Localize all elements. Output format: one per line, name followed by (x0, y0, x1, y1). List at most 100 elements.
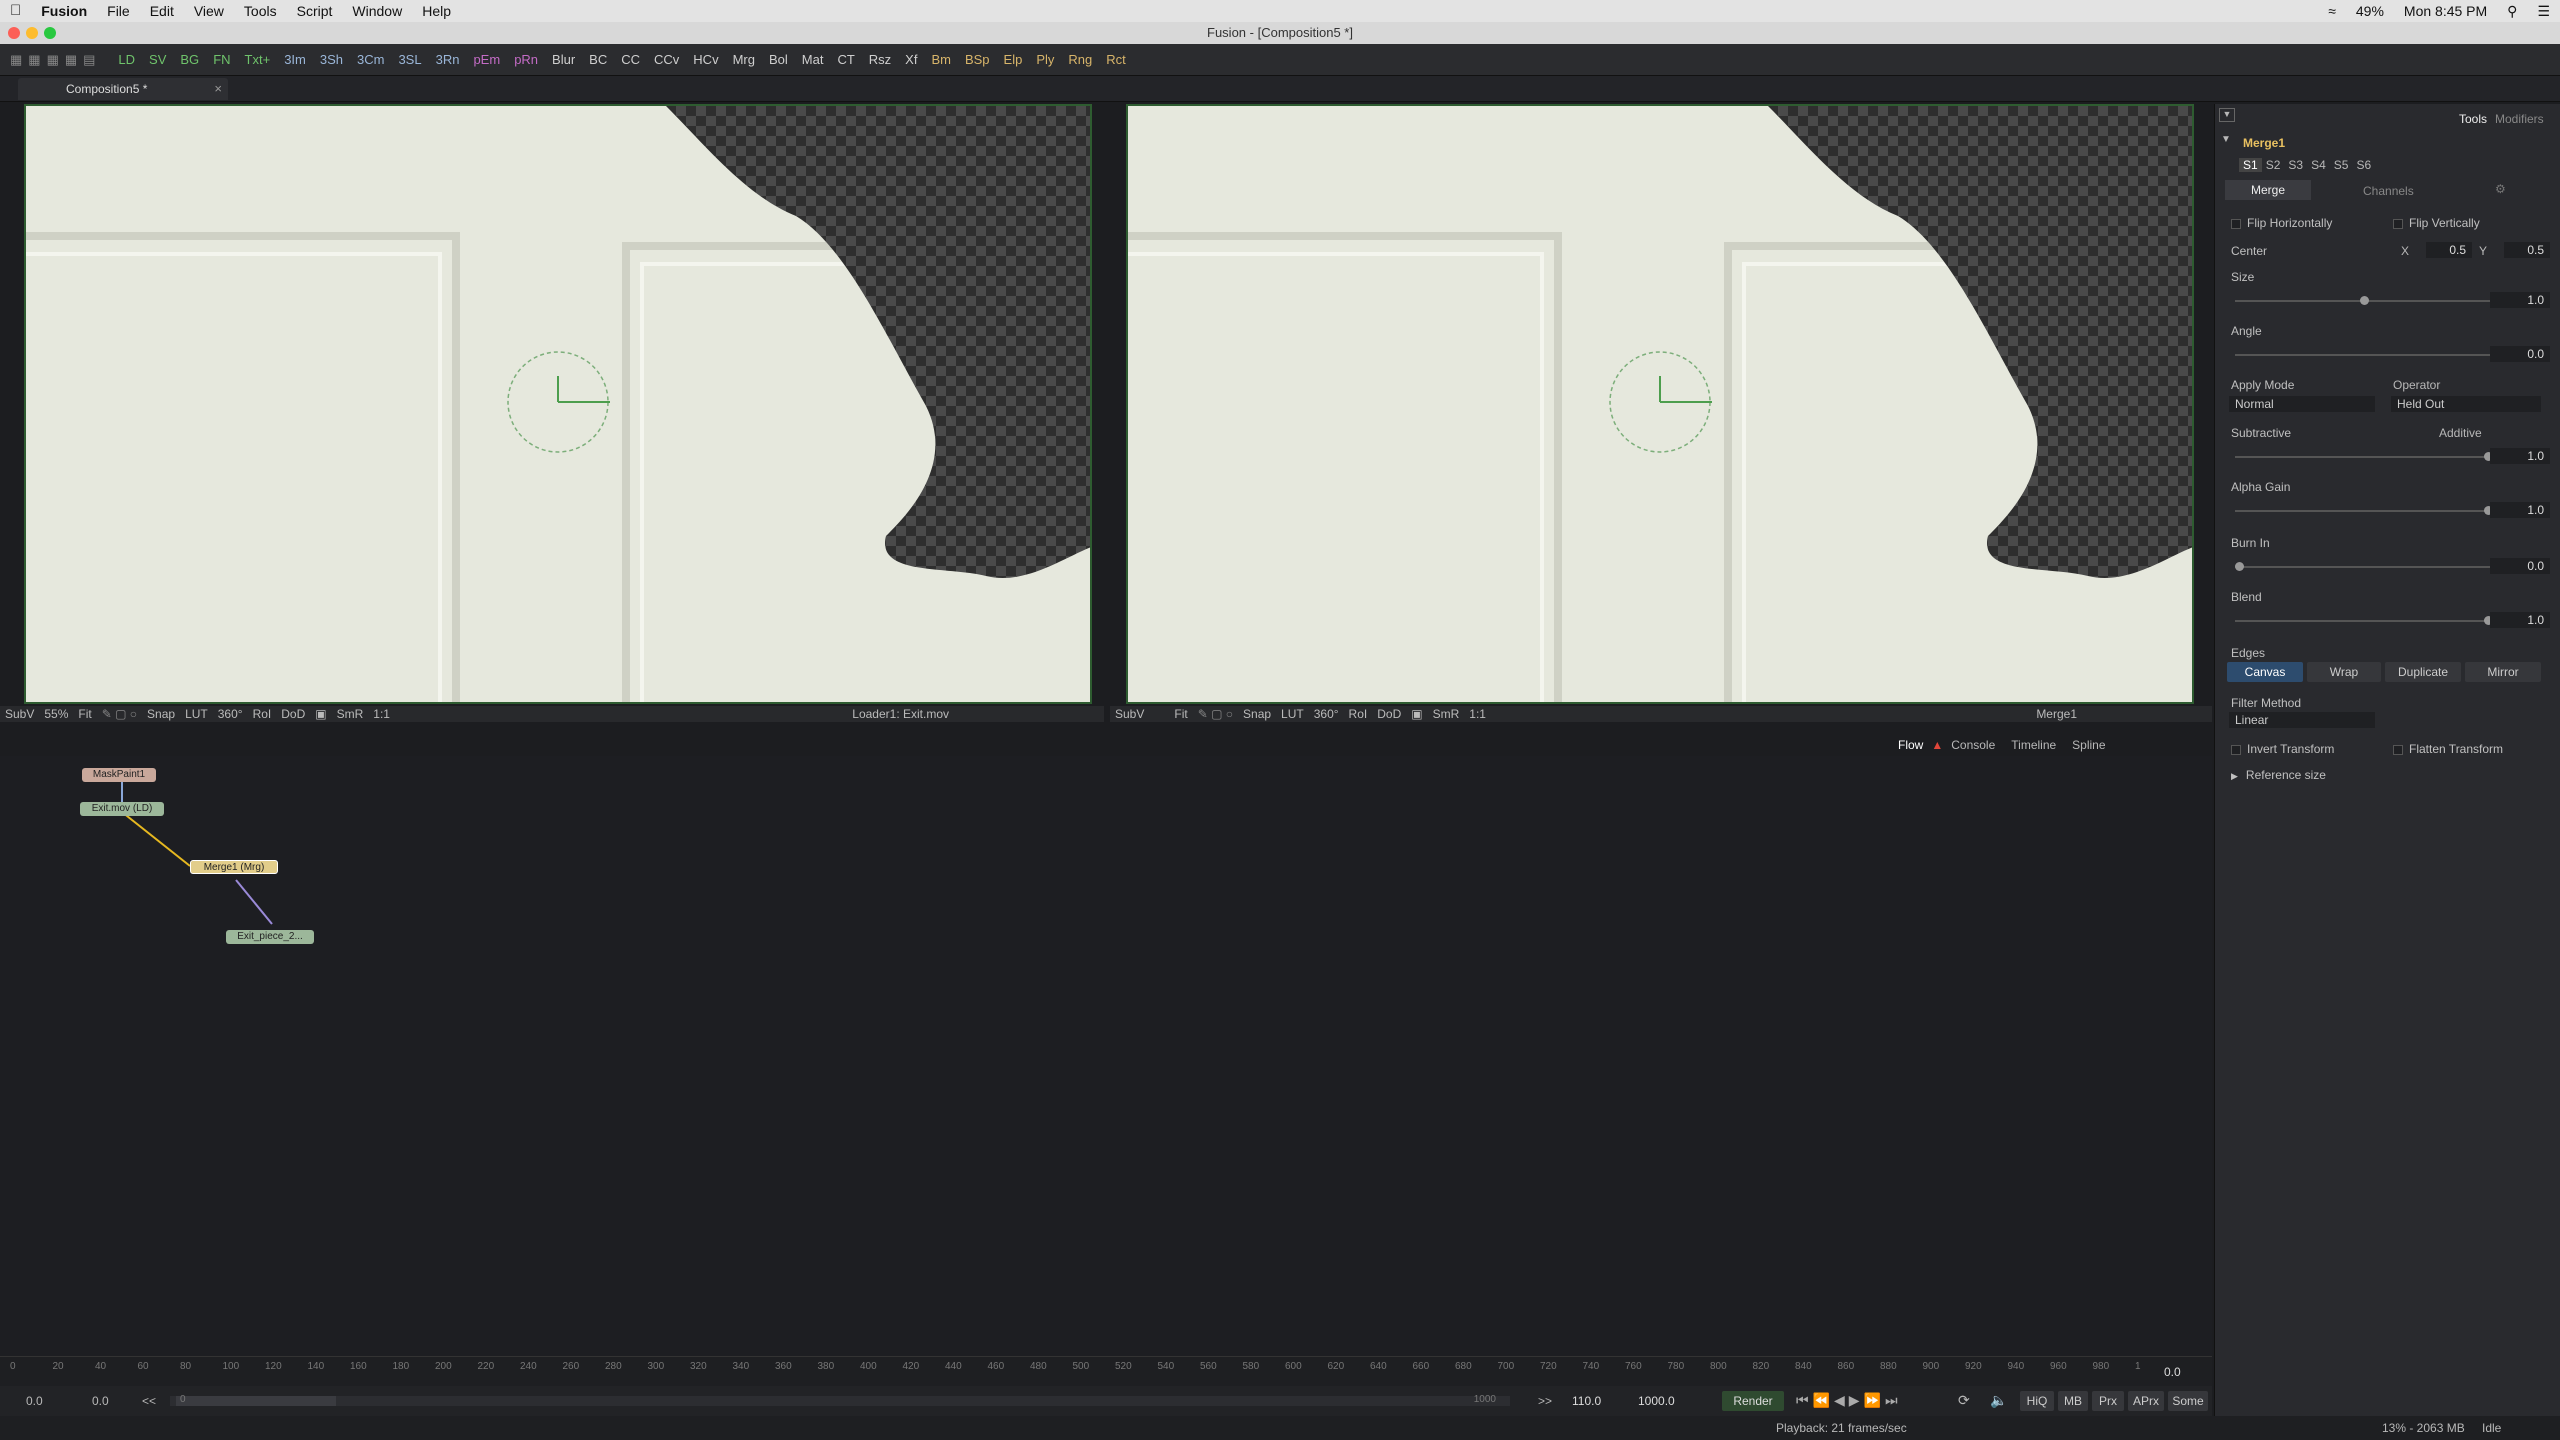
burn-in-slider[interactable] (2235, 562, 2493, 571)
tool-button-ct[interactable]: CT (830, 52, 861, 67)
tab-timeline[interactable]: Timeline (2003, 738, 2064, 752)
flatten-transform-checkbox[interactable]: Flatten Transform (2393, 742, 2503, 756)
layout-icons[interactable]: ▦▦▦▦▤ (0, 52, 111, 68)
range-slider[interactable]: 0 1000 (170, 1394, 1510, 1406)
angle-button[interactable]: 360° (1309, 707, 1344, 721)
angle-field[interactable]: 0.0 (2490, 346, 2550, 362)
ratio-button[interactable]: 1:1 (368, 707, 395, 721)
tool-button-rng[interactable]: Rng (1061, 52, 1099, 67)
edges-mirror-button[interactable]: Mirror (2465, 662, 2541, 682)
render-button[interactable]: Render (1722, 1391, 1784, 1411)
slot-s5[interactable]: S5 (2330, 158, 2353, 172)
lut-dropdown[interactable]: LUT (1276, 707, 1309, 721)
aprx-button[interactable]: APrx (2128, 1391, 2164, 1411)
range-slider-thumb[interactable] (176, 1396, 336, 1406)
burn-in-field[interactable]: 0.0 (2490, 558, 2550, 574)
subview-dropdown[interactable]: SubV (1110, 707, 1149, 721)
alpha-gain-slider[interactable] (2235, 506, 2493, 515)
flow-editor[interactable]: MaskPaint1 Exit.mov (LD) Merge1 (Mrg) Ex… (0, 756, 2212, 1356)
tool-button-fn[interactable]: FN (206, 52, 237, 67)
tool-button-pem[interactable]: pEm (466, 52, 507, 67)
edges-wrap-button[interactable]: Wrap (2307, 662, 2381, 682)
tool-button-3sh[interactable]: 3Sh (313, 52, 350, 67)
tool-button-sv[interactable]: SV (142, 52, 173, 67)
smr-button[interactable]: SmR (332, 707, 369, 721)
dod-button[interactable]: DoD (1372, 707, 1406, 721)
menu-view[interactable]: View (184, 0, 234, 22)
roi-button[interactable]: RoI (248, 707, 277, 721)
range-forward-button[interactable]: >> (1538, 1394, 1552, 1408)
fit-button[interactable]: Fit (1169, 707, 1192, 721)
slot-s4[interactable]: S4 (2307, 158, 2330, 172)
tool-button-bc[interactable]: BC (582, 52, 614, 67)
viewer-tool-icons[interactable]: ✎ ▢ ○ (1193, 707, 1238, 721)
operator-dropdown[interactable]: Held Out (2391, 396, 2541, 412)
tool-button-rsz[interactable]: Rsz (862, 52, 898, 67)
center-x-field[interactable]: 0.5 (2426, 242, 2472, 258)
subtractive-field[interactable]: 1.0 (2490, 448, 2550, 464)
node-saver[interactable]: Exit_piece_2... (226, 930, 314, 944)
global-start[interactable]: 0.0 (26, 1394, 43, 1408)
prx-button[interactable]: Prx (2092, 1391, 2124, 1411)
roi-button[interactable]: RoI (1344, 707, 1373, 721)
settings-icon[interactable]: ⚙ (2495, 182, 2506, 196)
slot-s2[interactable]: S2 (2262, 158, 2285, 172)
notification-icon[interactable]: ☰ (2527, 0, 2560, 22)
tool-button-3cm[interactable]: 3Cm (350, 52, 391, 67)
menu-script[interactable]: Script (287, 0, 343, 22)
viewer-left[interactable] (24, 104, 1092, 704)
tool-button-hcv[interactable]: HCv (686, 52, 725, 67)
slot-s6[interactable]: S6 (2352, 158, 2375, 172)
snap-dropdown[interactable]: Snap (142, 707, 180, 721)
fit-button[interactable]: Fit (73, 707, 96, 721)
expand-icon[interactable]: ▼ (2221, 134, 2231, 145)
tool-button-xf[interactable]: Xf (898, 52, 924, 67)
loop-icon[interactable]: ⟳ (1958, 1392, 1970, 1409)
tab-spline[interactable]: Spline (2064, 738, 2113, 752)
flip-vertical-checkbox[interactable]: Flip Vertically (2393, 216, 2480, 230)
global-end[interactable]: 1000.0 (1638, 1394, 1675, 1408)
tool-button-bg[interactable]: BG (173, 52, 206, 67)
filter-method-dropdown[interactable]: Linear (2229, 712, 2375, 728)
edges-duplicate-button[interactable]: Duplicate (2385, 662, 2461, 682)
tool-button-ply[interactable]: Ply (1029, 52, 1061, 67)
menu-tools[interactable]: Tools (234, 0, 287, 22)
dod-button[interactable]: DoD (276, 707, 310, 721)
tool-button-cc[interactable]: CC (614, 52, 647, 67)
tool-button-3im[interactable]: 3Im (277, 52, 313, 67)
subview-dropdown[interactable]: SubV (0, 707, 39, 721)
blend-slider[interactable] (2235, 616, 2493, 625)
blend-field[interactable]: 1.0 (2490, 612, 2550, 628)
tool-button-elp[interactable]: Elp (997, 52, 1030, 67)
lock-icon[interactable]: ▣ (310, 707, 331, 721)
smr-button[interactable]: SmR (1428, 707, 1465, 721)
hiq-button[interactable]: HiQ (2020, 1391, 2054, 1411)
viewer-right[interactable] (1126, 104, 2194, 704)
angle-slider[interactable] (2235, 354, 2493, 356)
slot-s1[interactable]: S1 (2239, 158, 2262, 172)
apply-mode-dropdown[interactable]: Normal (2229, 396, 2375, 412)
subtab-merge[interactable]: Merge (2225, 180, 2311, 200)
wifi-icon[interactable]: ≈ (2318, 0, 2346, 22)
reference-size-toggle[interactable]: ▶ Reference size (2231, 768, 2326, 782)
tool-button-ld[interactable]: LD (111, 52, 142, 67)
tab-flow[interactable]: Flow (1890, 738, 1931, 752)
clock[interactable]: Mon 8:45 PM (2394, 0, 2497, 22)
invert-transform-checkbox[interactable]: Invert Transform (2231, 742, 2334, 756)
edges-canvas-button[interactable]: Canvas (2227, 662, 2303, 682)
angle-button[interactable]: 360° (213, 707, 248, 721)
tool-button-txt[interactable]: Txt+ (238, 52, 278, 67)
node-loader[interactable]: Exit.mov (LD) (80, 802, 164, 816)
slot-s3[interactable]: S3 (2284, 158, 2307, 172)
tool-button-prn[interactable]: pRn (507, 52, 545, 67)
node-maskpaint[interactable]: MaskPaint1 (82, 768, 156, 782)
tab-close-icon[interactable]: × (214, 81, 222, 96)
tool-button-3sl[interactable]: 3SL (391, 52, 428, 67)
tool-button-bm[interactable]: Bm (924, 52, 958, 67)
snap-dropdown[interactable]: Snap (1238, 707, 1276, 721)
lock-icon[interactable]: ▣ (1406, 707, 1427, 721)
tab-composition5[interactable]: Composition5 * × (18, 78, 228, 100)
size-field[interactable]: 1.0 (2490, 292, 2550, 308)
tool-button-bsp[interactable]: BSp (958, 52, 997, 67)
alpha-gain-field[interactable]: 1.0 (2490, 502, 2550, 518)
